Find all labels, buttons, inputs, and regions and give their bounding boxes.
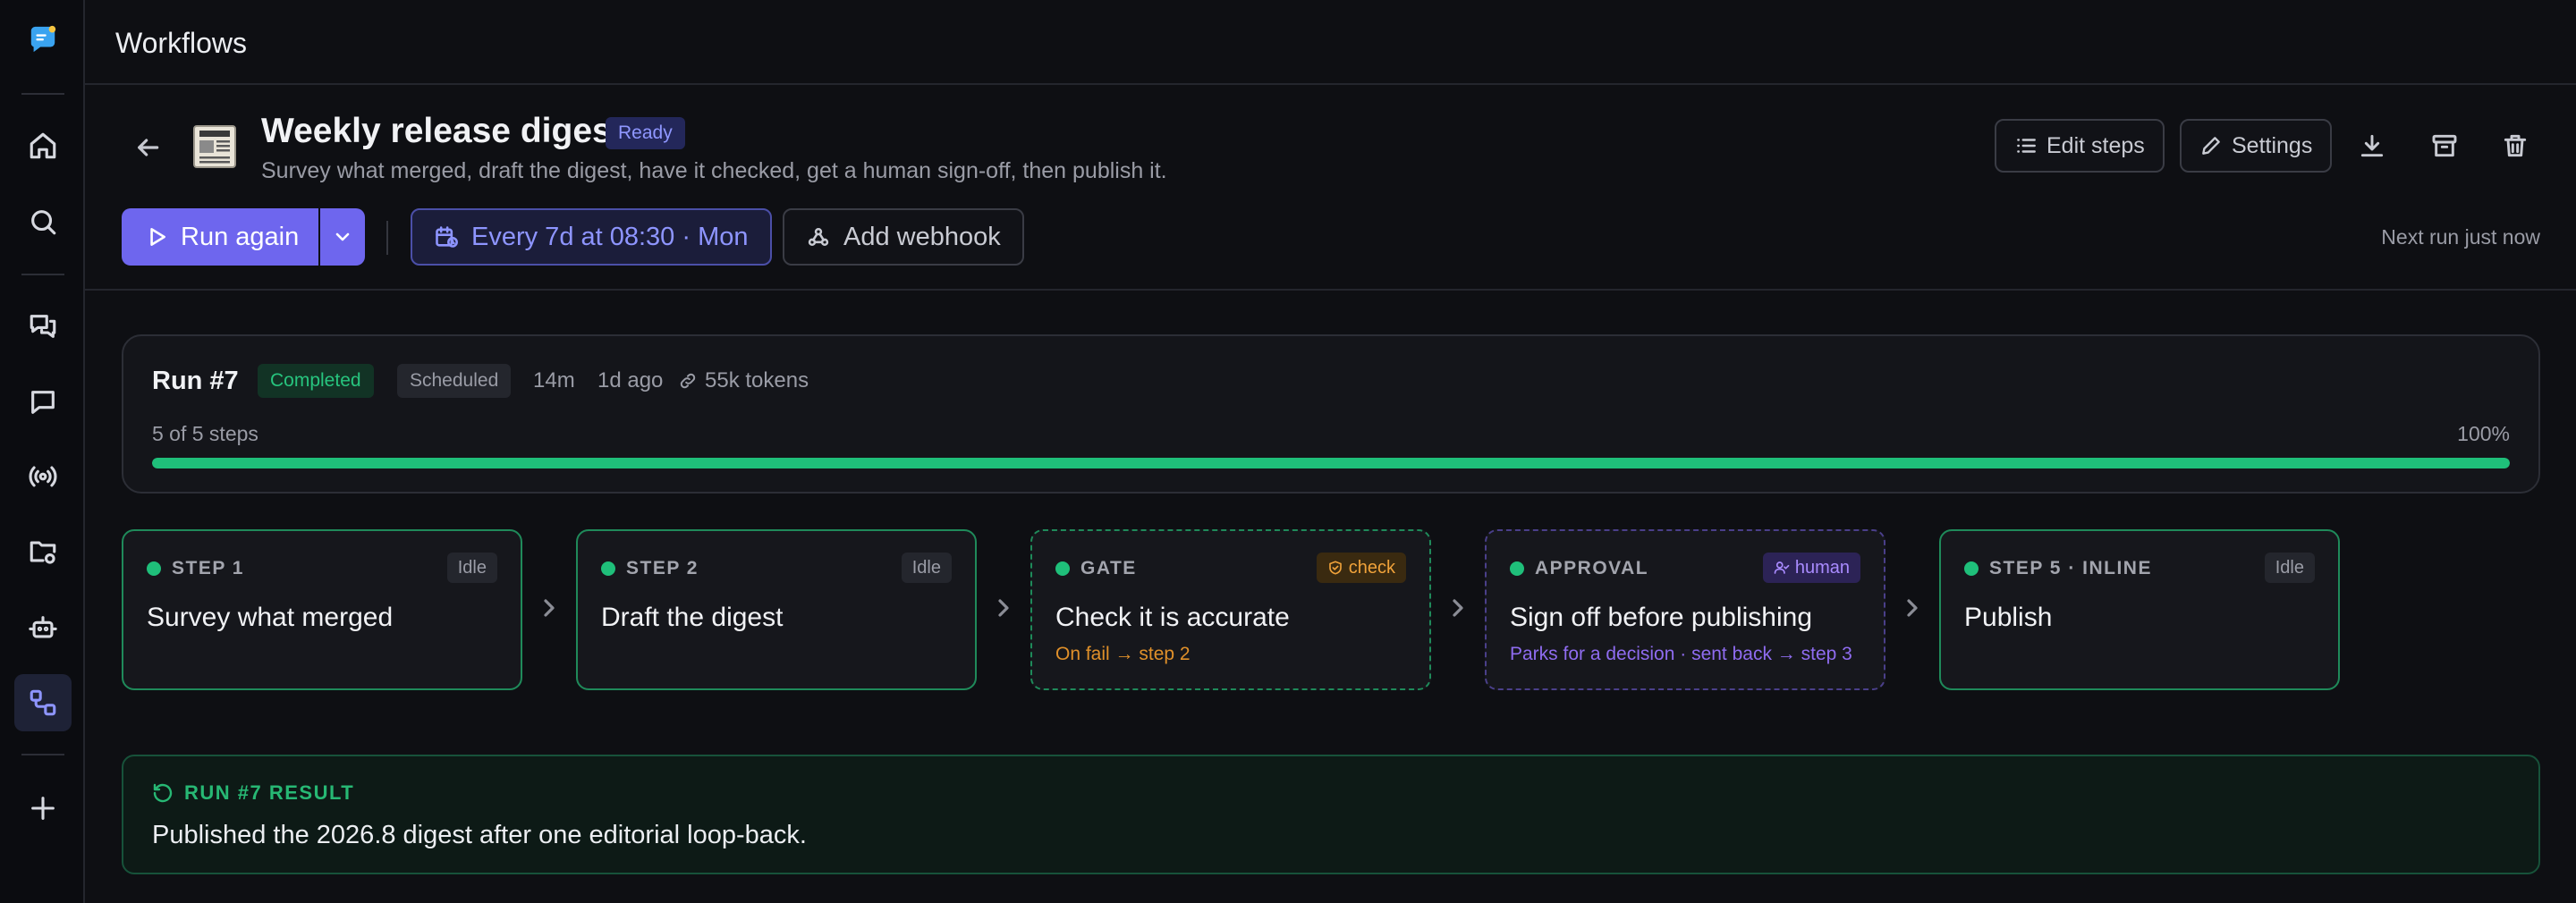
status-dot xyxy=(147,561,161,576)
step-kind: APPROVAL xyxy=(1535,558,1649,578)
result-text: Published the 2026.8 digest after one ed… xyxy=(152,821,807,849)
chevron-right-icon xyxy=(1444,594,1472,622)
step-tag-label: check xyxy=(1348,558,1395,578)
step-kind: STEP 1 xyxy=(172,558,244,578)
chevron-right-icon xyxy=(1898,594,1927,622)
sidebar-divider xyxy=(21,754,64,755)
chevron-down-icon xyxy=(335,232,350,241)
progress-bar-fill xyxy=(152,458,2510,468)
step-kind: STEP 5 · INLINE xyxy=(1989,558,2152,578)
calendar-clock-icon xyxy=(436,226,458,248)
workflow-description: Survey what merged, draft the digest, ha… xyxy=(261,158,1167,183)
search-icon[interactable] xyxy=(23,202,63,241)
add-icon[interactable] xyxy=(23,789,63,828)
page-title: Workflows xyxy=(115,27,247,59)
status-dot xyxy=(1510,561,1524,576)
settings-label: Settings xyxy=(2232,132,2313,158)
step-kind: GATE xyxy=(1080,558,1137,578)
status-dot xyxy=(601,561,615,576)
run-tokens: 55k tokens xyxy=(678,368,809,393)
step-tag-human: human xyxy=(1762,553,1860,583)
step-card-2[interactable]: STEP 2 Idle Draft the digest xyxy=(576,529,977,690)
add-webhook-button[interactable]: Add webhook xyxy=(783,208,1024,266)
app-logo-icon[interactable] xyxy=(23,20,63,59)
trash-icon[interactable] xyxy=(2496,126,2535,165)
workflow-title: Weekly release digest xyxy=(261,112,623,150)
chat-icon[interactable] xyxy=(23,383,63,422)
step-card-gate[interactable]: GATE check Check it is accurate On fail … xyxy=(1030,529,1431,690)
run-name: Run #7 xyxy=(152,367,239,395)
user-check-icon xyxy=(1774,561,1790,574)
run-again-label: Run again xyxy=(181,222,300,251)
workflows-icon[interactable] xyxy=(14,674,72,731)
run-result-panel: RUN #7 RESULT Published the 2026.8 diges… xyxy=(122,755,2540,874)
step-name: Publish xyxy=(1964,603,2053,632)
newspaper-icon xyxy=(192,121,239,173)
conversations-icon[interactable] xyxy=(23,307,63,346)
chevron-right-icon xyxy=(535,594,564,622)
settings-button[interactable]: Settings xyxy=(2180,119,2333,173)
steps-count: 5 of 5 steps xyxy=(152,422,258,445)
schedule-label: Every 7d at 08:30 · Mon xyxy=(471,222,749,251)
step-card-5[interactable]: STEP 5 · INLINE Idle Publish xyxy=(1939,529,2340,690)
step-tag-label: human xyxy=(1794,558,1850,578)
bot-icon[interactable] xyxy=(23,608,63,647)
step-card-approval[interactable]: APPROVAL human Sign off before publishin… xyxy=(1485,529,1885,690)
step-tag-check: check xyxy=(1316,553,1406,583)
step-name: Survey what merged xyxy=(147,603,394,632)
edit-steps-button[interactable]: Edit steps xyxy=(1995,119,2165,173)
step-note: On fail → step 2 xyxy=(1055,644,1191,664)
result-heading: RUN #7 RESULT xyxy=(152,781,354,805)
sidebar-divider xyxy=(21,93,64,95)
status-dot xyxy=(1055,561,1070,576)
workflow-header: Weekly release digest Ready Survey what … xyxy=(85,85,2576,291)
home-icon[interactable] xyxy=(23,126,63,165)
run-duration: 14m xyxy=(533,368,575,392)
pencil-icon xyxy=(2202,137,2220,155)
add-webhook-label: Add webhook xyxy=(843,222,1001,251)
run-time-ago: 1d ago xyxy=(597,368,664,392)
schedule-button[interactable]: Every 7d at 08:30 · Mon xyxy=(411,208,772,266)
run-status-badge: Completed xyxy=(258,364,374,398)
step-note: Parks for a decision · sent back → step … xyxy=(1510,644,1852,664)
step-tag: Idle xyxy=(2264,553,2315,583)
broadcast-icon[interactable] xyxy=(23,457,63,496)
sidebar-divider xyxy=(21,274,64,275)
top-bar: Workflows xyxy=(85,0,2576,85)
edit-steps-label: Edit steps xyxy=(2046,132,2145,158)
sidebar xyxy=(0,0,85,903)
progress-percent: 100% xyxy=(2457,422,2510,445)
back-arrow-icon[interactable] xyxy=(130,130,165,165)
shield-check-icon xyxy=(1328,561,1342,575)
download-icon[interactable] xyxy=(2352,126,2392,165)
step-tag: Idle xyxy=(901,553,952,583)
chevron-right-icon xyxy=(989,594,1018,622)
step-name: Draft the digest xyxy=(601,603,784,632)
list-icon xyxy=(2017,139,2036,153)
status-badge: Ready xyxy=(606,117,685,149)
run-tokens-label: 55k tokens xyxy=(705,368,809,392)
result-heading-label: RUN #7 RESULT xyxy=(184,781,355,804)
run-summary-card[interactable]: Run #7 Completed Scheduled 14m 1d ago 55… xyxy=(122,334,2540,494)
status-dot xyxy=(1964,561,1979,576)
step-name: Sign off before publishing xyxy=(1510,603,1813,632)
link-icon xyxy=(680,373,696,389)
next-run-text: Next run just now xyxy=(2381,225,2540,249)
webhook-icon xyxy=(808,227,829,247)
rotate-ccw-icon xyxy=(153,783,173,803)
run-options-dropdown[interactable] xyxy=(320,208,365,266)
step-tag: Idle xyxy=(446,553,497,583)
step-name: Check it is accurate xyxy=(1055,603,1290,632)
step-card-1[interactable]: STEP 1 Idle Survey what merged xyxy=(122,529,522,690)
run-trigger-badge: Scheduled xyxy=(397,364,512,398)
step-kind: STEP 2 xyxy=(626,558,699,578)
archive-icon[interactable] xyxy=(2425,126,2464,165)
play-icon xyxy=(150,228,165,246)
toolbar-divider xyxy=(386,221,388,255)
progress-bar xyxy=(152,458,2510,468)
run-again-button[interactable]: Run again xyxy=(122,208,318,266)
folder-settings-icon[interactable] xyxy=(23,532,63,571)
